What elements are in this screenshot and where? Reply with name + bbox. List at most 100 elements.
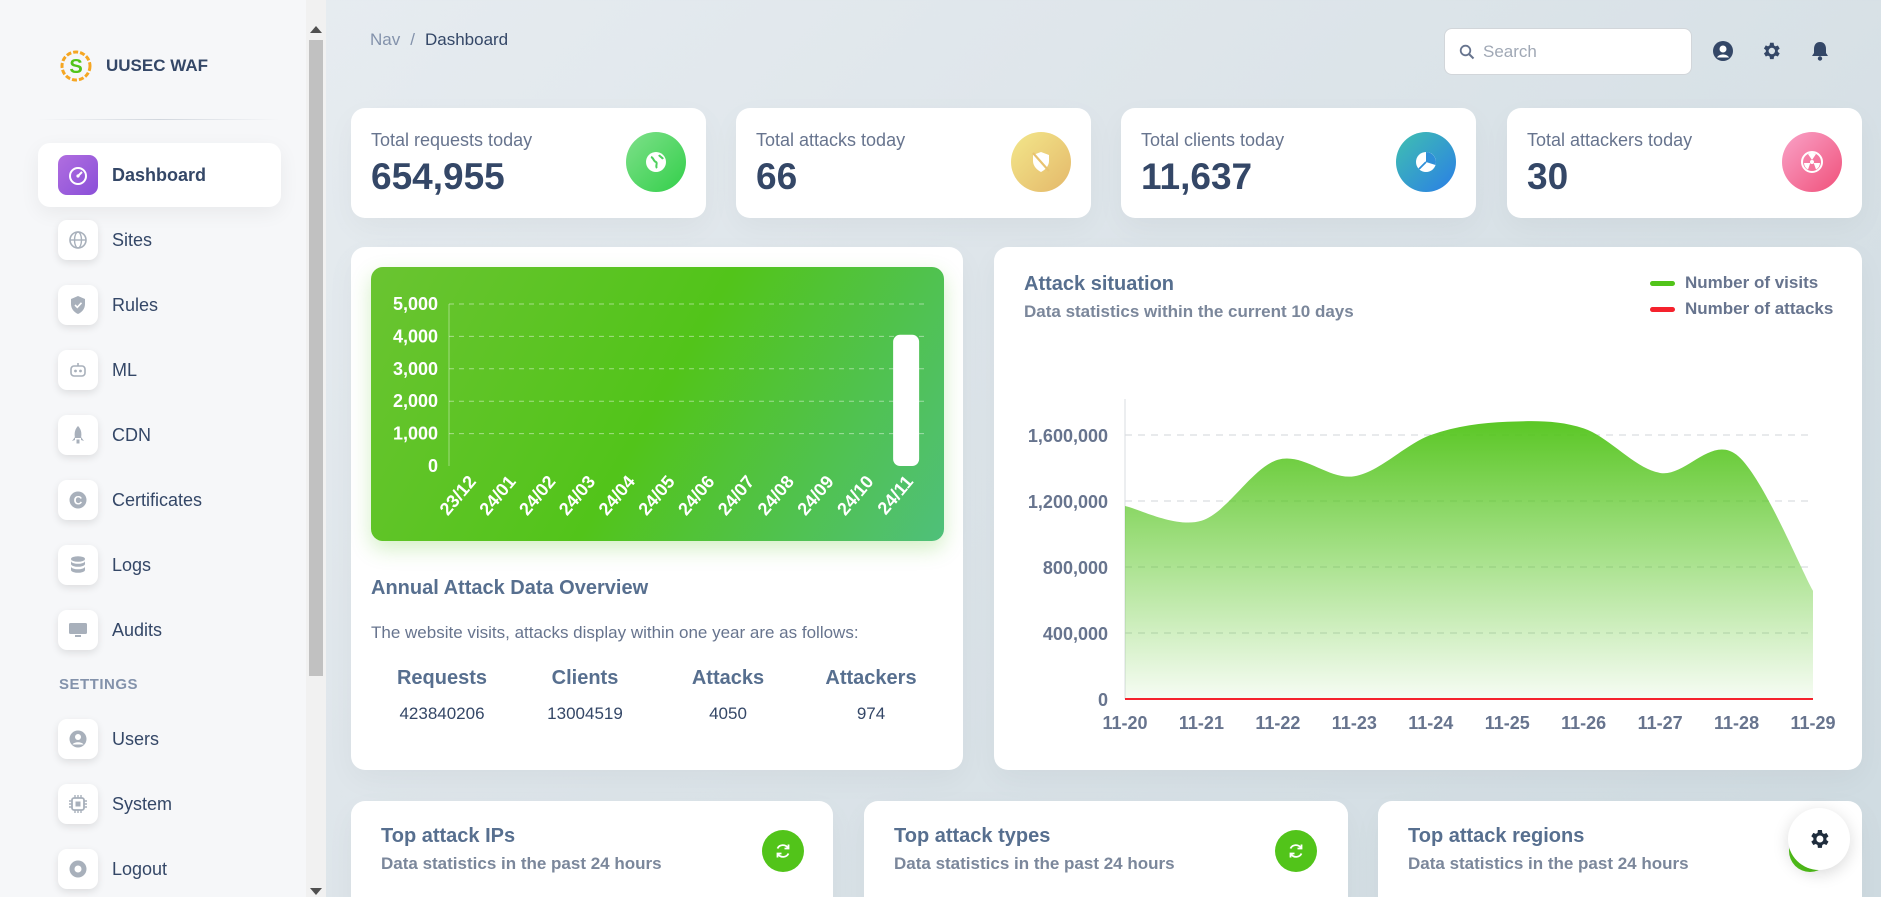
svg-text:C: C [74, 494, 83, 508]
x-tick-label: 11-26 [1561, 713, 1606, 733]
brand[interactable]: S UUSEC WAF [58, 48, 208, 84]
shield-off-icon [1011, 132, 1071, 192]
sidebar: S UUSEC WAF Dashboard Sites Rules ML CDN [0, 0, 306, 897]
scroll-thumb[interactable] [309, 40, 323, 676]
y-tick-label: 3,000 [393, 359, 438, 379]
summary-attackers-value: 974 [856, 704, 886, 723]
stat-title: Total clients today [1141, 130, 1285, 150]
scroll-up-arrow-icon[interactable] [310, 26, 322, 33]
database-icon [58, 545, 98, 585]
stat-value: 30 [1527, 156, 1569, 197]
account-icon[interactable] [1710, 38, 1736, 64]
stat-title: Total attackers today [1527, 130, 1693, 150]
summary-attacks-value: 4050 [709, 704, 747, 723]
x-tick-label: 11-28 [1714, 713, 1759, 733]
sidebar-item-rules[interactable]: Rules [38, 273, 281, 337]
card-title: Top attack regions [1408, 825, 1585, 847]
attack-area-chart-svg: 1,600,000 1,200,000 800,000 400,000 0 11-20 11… [1028, 399, 1836, 733]
stat-card-attackers: Total attackers today 30 [1507, 108, 1862, 218]
logout-icon [58, 849, 98, 889]
x-tick-label: 24/05 [634, 472, 678, 519]
stat-card-requests: Total requests today 654,955 [351, 108, 706, 218]
y-tick-label: 800,000 [1043, 558, 1108, 578]
gear-icon[interactable] [1758, 38, 1784, 64]
x-tick-label: 11-29 [1790, 713, 1835, 733]
sidebar-item-certificates[interactable]: C Certificates [38, 468, 281, 532]
annual-description: The website visits, attacks display with… [371, 623, 859, 642]
gear-icon [1811, 830, 1829, 848]
card-subtitle: Data statistics in the past 24 hours [1408, 854, 1689, 873]
uusec-logo-icon: S [60, 50, 92, 82]
y-tick-label: 2,000 [393, 391, 438, 411]
top-attack-ips-card: Top attack IPs Data statistics in the pa… [351, 801, 833, 897]
x-tick-label: 24/09 [793, 472, 837, 519]
y-tick-label: 0 [1098, 690, 1108, 710]
sidebar-item-system[interactable]: System [38, 772, 281, 836]
card-subtitle: Data statistics in the past 24 hours [894, 854, 1175, 873]
x-tick-label: 11-20 [1102, 713, 1147, 733]
radiation-icon [1782, 132, 1842, 192]
x-tick-label: 11-21 [1179, 713, 1224, 733]
x-tick-label: 24/02 [515, 472, 559, 519]
sidebar-scrollbar[interactable] [306, 0, 326, 897]
refresh-ips-button[interactable] [762, 830, 804, 872]
refresh-icon [1289, 844, 1303, 858]
user-icon [58, 719, 98, 759]
x-tick-label: 11-27 [1638, 713, 1683, 733]
sidebar-item-label: CDN [112, 424, 151, 445]
bell-icon[interactable] [1807, 38, 1833, 64]
sidebar-item-dashboard[interactable]: Dashboard [38, 143, 281, 207]
sidebar-item-label: Rules [112, 294, 159, 315]
bar [893, 334, 920, 466]
x-tick-label: 24/01 [475, 472, 519, 519]
x-tick-label: 24/04 [595, 472, 639, 519]
refresh-icon [776, 844, 790, 858]
sidebar-item-audits[interactable]: Audits [38, 598, 281, 662]
search-box[interactable] [1444, 28, 1692, 75]
sidebar-item-users[interactable]: Users [38, 707, 281, 771]
x-tick-label: 11-25 [1485, 713, 1530, 733]
settings-fab-button[interactable] [1788, 808, 1850, 870]
stat-value: 654,955 [371, 156, 505, 197]
sidebar-item-label: Audits [112, 619, 163, 640]
y-tick-label: 1,200,000 [1028, 492, 1108, 512]
breadcrumb-root-link[interactable]: Nav [370, 30, 400, 50]
y-tick-label: 1,000 [393, 424, 438, 444]
x-tick-label: 24/11 [874, 472, 918, 519]
y-tick-label: 5,000 [393, 294, 438, 314]
x-tick-label: 24/03 [555, 472, 599, 519]
x-tick-label: 24/06 [674, 472, 718, 519]
attack-situation-card: Attack situation Data statistics within … [994, 247, 1862, 770]
x-tick-label: 24/07 [714, 472, 758, 519]
card-subtitle: Data statistics in the past 24 hours [381, 854, 662, 873]
summary-attackers-label: Attackers [825, 667, 917, 689]
svg-text:S: S [69, 56, 82, 78]
brand-name: UUSEC WAF [106, 56, 208, 75]
card-title: Top attack IPs [381, 825, 516, 847]
scroll-down-arrow-icon[interactable] [310, 888, 322, 895]
summary-attacks-label: Attacks [691, 667, 765, 689]
annual-bar-chart-svg: 5,0004,0003,0002,0001,000023/1224/0124/0… [393, 294, 926, 519]
y-tick-label: 1,600,000 [1028, 426, 1108, 446]
sidebar-item-label: Dashboard [112, 164, 207, 185]
sidebar-item-label: Logout [112, 858, 168, 879]
summary-clients-value: 13004519 [547, 704, 623, 723]
sidebar-item-sites[interactable]: Sites [38, 208, 281, 272]
sidebar-item-label: System [112, 793, 173, 814]
summary-requests-label: Requests [396, 667, 488, 689]
sidebar-item-ml[interactable]: ML [38, 338, 281, 402]
sidebar-item-cdn[interactable]: CDN [38, 403, 281, 467]
series-visits-area [1125, 421, 1813, 699]
y-tick-label: 0 [428, 456, 438, 476]
globe-icon [626, 132, 686, 192]
sidebar-item-logs[interactable]: Logs [38, 533, 281, 597]
x-tick-label: 24/10 [833, 472, 877, 519]
sidebar-item-logout[interactable]: Logout [38, 837, 281, 897]
search-input[interactable] [1483, 41, 1683, 62]
stat-card-attacks: Total attacks today 66 [736, 108, 1091, 218]
summary-clients-label: Clients [551, 667, 619, 689]
refresh-types-button[interactable] [1275, 830, 1317, 872]
dashboard-icon [58, 155, 98, 195]
monitor-icon [58, 610, 98, 650]
stat-value: 66 [756, 156, 798, 197]
